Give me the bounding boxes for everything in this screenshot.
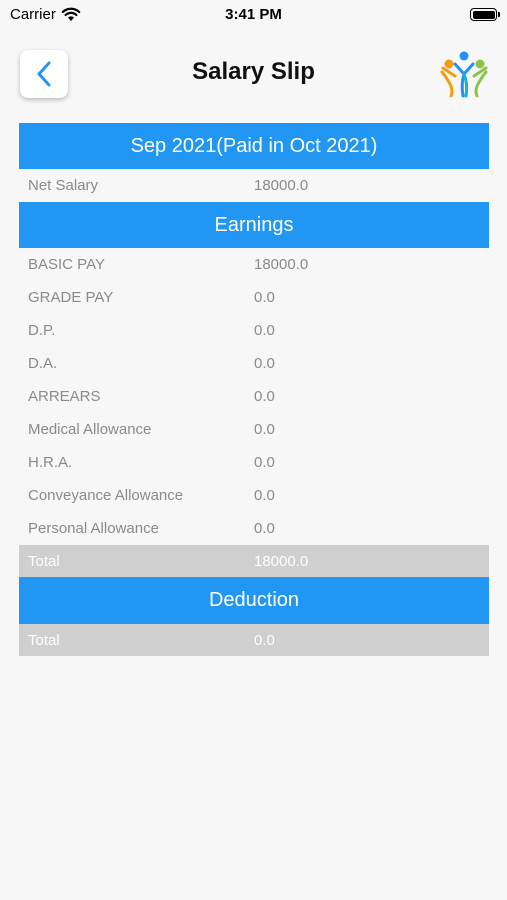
deduction-total-row: Total 0.0: [19, 624, 489, 656]
earning-label: Personal Allowance: [28, 520, 159, 537]
earnings-row: Conveyance Allowance 0.0: [19, 479, 489, 512]
earning-label: H.R.A.: [28, 454, 73, 471]
earning-label: ARREARS: [28, 388, 101, 405]
period-label: Sep 2021(Paid in Oct 2021): [130, 134, 378, 157]
earnings-row: ARREARS 0.0: [19, 380, 489, 413]
page-title: Salary Slip: [192, 58, 315, 85]
earnings-row: Personal Allowance 0.0: [19, 512, 489, 545]
earning-label: BASIC PAY: [28, 256, 105, 273]
earning-value: 0.0: [254, 421, 275, 438]
earning-value: 18000.0: [254, 256, 309, 273]
earnings-row: BASIC PAY 18000.0: [19, 248, 489, 281]
earnings-total-value: 18000.0: [254, 552, 309, 570]
people-logo-icon: [440, 51, 488, 98]
period-header: Sep 2021(Paid in Oct 2021): [19, 123, 489, 169]
earnings-total-label: Total: [28, 552, 60, 570]
deduction-total-value: 0.0: [254, 631, 275, 649]
clock: 3:41 PM: [225, 6, 282, 23]
net-salary-label: Net Salary: [28, 177, 99, 194]
net-salary-value: 18000.0: [254, 177, 309, 194]
net-salary-row: Net Salary 18000.0: [19, 169, 489, 202]
earning-value: 0.0: [254, 388, 275, 405]
earning-value: 0.0: [254, 487, 275, 504]
earning-label: Medical Allowance: [28, 421, 152, 438]
salary-slip: Sep 2021(Paid in Oct 2021) Net Salary 18…: [19, 123, 489, 656]
earnings-row: D.A. 0.0: [19, 347, 489, 380]
earning-value: 0.0: [254, 355, 275, 372]
earning-value: 0.0: [254, 322, 275, 339]
deduction-title: Deduction: [208, 589, 300, 611]
status-bar: Carrier 3:41 PM: [0, 0, 507, 30]
earning-label: Conveyance Allowance: [28, 487, 184, 504]
earnings-row: D.P. 0.0: [19, 314, 489, 347]
earnings-title: Earnings: [214, 213, 294, 236]
battery-icon: [470, 8, 500, 21]
earning-label: D.A.: [28, 355, 58, 372]
earning-label: D.P.: [28, 322, 56, 339]
earning-value: 0.0: [254, 289, 275, 306]
deduction-header: Deduction: [19, 577, 489, 624]
earnings-row: H.R.A. 0.0: [19, 446, 489, 479]
earning-label: GRADE PAY: [28, 289, 114, 306]
earnings-total-row: Total 18000.0: [19, 545, 489, 577]
earnings-row: GRADE PAY 0.0: [19, 281, 489, 314]
earnings-row: Medical Allowance 0.0: [19, 413, 489, 446]
earning-value: 0.0: [254, 454, 275, 471]
deduction-total-label: Total: [28, 631, 60, 649]
earnings-header: Earnings: [19, 202, 489, 248]
earning-value: 0.0: [254, 520, 275, 537]
